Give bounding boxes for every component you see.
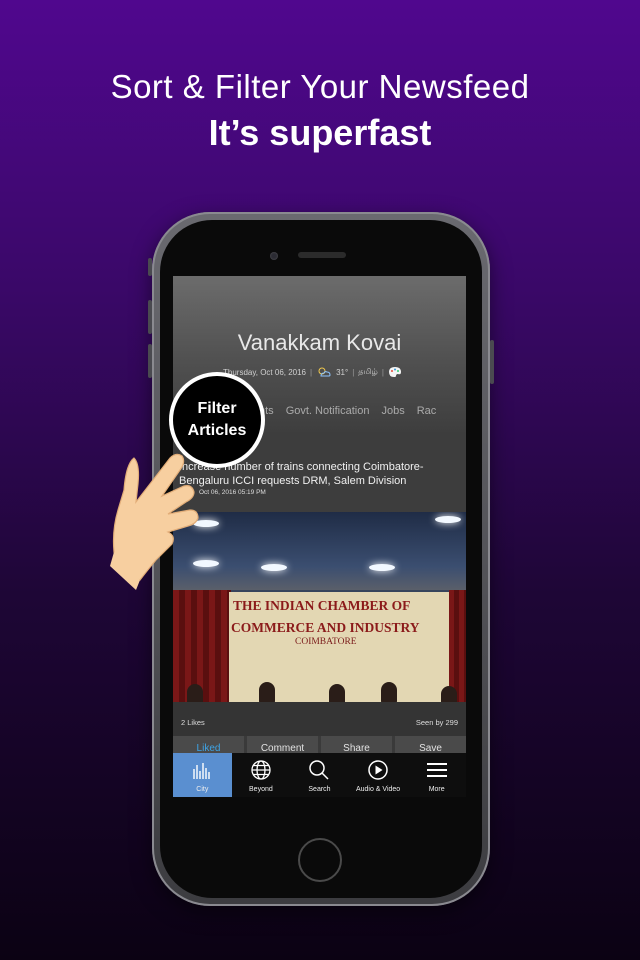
category-tab[interactable]: Rac (417, 405, 437, 417)
globe-icon (251, 760, 271, 780)
home-button[interactable] (298, 838, 342, 882)
temperature-label: 31° (336, 367, 349, 377)
article-stats: 2 Likes Seen by 299 (173, 702, 466, 736)
banner-text-line3: COIMBATORE (295, 637, 357, 647)
promo-headline: Sort & Filter Your Newsfeed (110, 68, 530, 105)
city-skyline-icon (193, 763, 210, 779)
person-figure (381, 682, 397, 702)
category-tab[interactable]: Jobs (381, 405, 404, 417)
separator: | (310, 367, 313, 377)
hamburger-menu-icon (426, 763, 447, 777)
volume-down-button (148, 344, 152, 378)
article-actions: Liked Comment Share Save (173, 736, 466, 754)
tab-city[interactable]: City (173, 753, 232, 797)
callout-line: Filter (197, 400, 237, 417)
tab-label: Beyond (249, 786, 273, 793)
volume-up-button (148, 300, 152, 334)
app-title: Vanakkam Kovai (237, 330, 402, 355)
banner-text-line2: COMMERCE AND INDUSTRY (231, 620, 420, 635)
ceiling-light (369, 564, 395, 571)
curtain-left (173, 590, 231, 702)
curtain-right (449, 590, 466, 702)
tab-audio-video[interactable]: Audio & Video (349, 753, 408, 797)
palette-icon[interactable] (388, 366, 402, 378)
ceiling-light (435, 516, 461, 523)
comment-button[interactable]: Comment (247, 736, 318, 754)
play-circle-icon (368, 760, 388, 780)
ceiling-light (261, 564, 287, 571)
tab-label: City (196, 786, 209, 793)
info-row: Thursday, Oct 06, 2016 | 31° | தமிழ் | (223, 365, 402, 379)
separator: | (381, 367, 384, 377)
person-figure (259, 682, 275, 702)
category-tab[interactable]: Govt. Notification (286, 405, 370, 417)
filter-articles-callout: Filter Articles (169, 372, 265, 468)
earpiece-speaker (298, 252, 346, 258)
category-tabs: nts Govt. Notification Jobs Rac (259, 405, 436, 417)
share-button[interactable]: Share (321, 736, 392, 754)
search-icon (309, 760, 330, 780)
language-toggle[interactable]: தமிழ் (358, 367, 378, 377)
bottom-tab-bar: City Beyond Search Audio & Video More (173, 753, 466, 797)
likes-count[interactable]: 2 Likes (181, 718, 205, 727)
promo-subheadline: It’s superfast (208, 112, 432, 153)
partly-cloudy-icon (318, 367, 331, 377)
person-figure (329, 684, 345, 702)
front-camera (270, 252, 278, 260)
save-button[interactable]: Save (395, 736, 466, 754)
mute-switch (148, 258, 152, 276)
tab-more[interactable]: More (407, 753, 466, 797)
person-figure (187, 684, 203, 702)
callout-line: Articles (187, 422, 247, 439)
liked-button[interactable]: Liked (173, 736, 244, 754)
tab-label: More (428, 786, 445, 793)
separator: | (352, 367, 355, 377)
tab-beyond[interactable]: Beyond (232, 753, 291, 797)
seen-count: Seen by 299 (415, 718, 458, 727)
power-button (490, 340, 494, 384)
person-figure (441, 686, 457, 702)
tab-label: Audio & Video (355, 786, 401, 793)
banner-text-line1: THE INDIAN CHAMBER OF (233, 598, 411, 613)
tab-label: Search (308, 786, 331, 793)
tab-search[interactable]: Search (290, 753, 349, 797)
